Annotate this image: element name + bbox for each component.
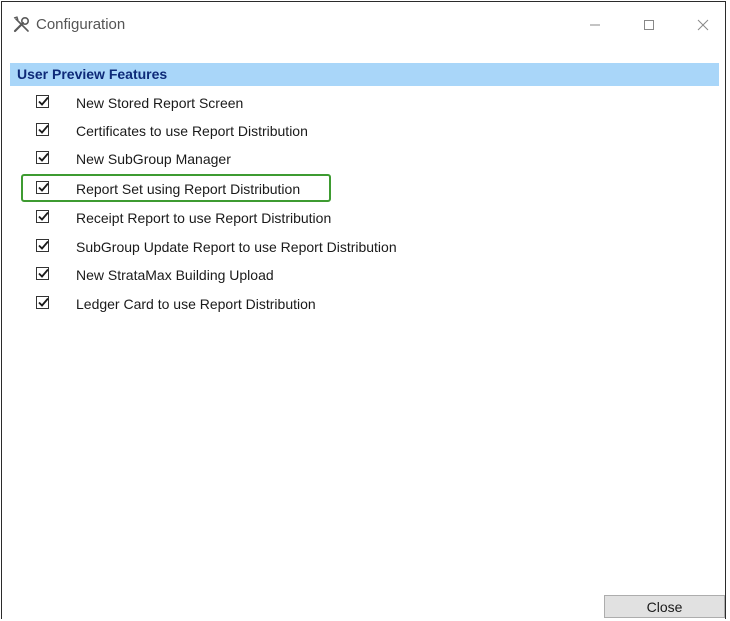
feature-checkbox[interactable] <box>36 123 49 136</box>
check-icon <box>38 152 49 162</box>
feature-item[interactable]: Ledger Card to use Report Distribution <box>2 291 502 319</box>
minimize-icon <box>590 24 600 26</box>
feature-checkbox[interactable] <box>36 267 49 280</box>
check-icon <box>38 268 49 278</box>
check-icon <box>38 297 49 307</box>
feature-item[interactable]: Receipt Report to use Report Distributio… <box>2 205 502 233</box>
feature-item[interactable]: New Stored Report Screen <box>2 90 502 118</box>
check-icon <box>38 240 49 250</box>
feature-label: SubGroup Update Report to use Report Dis… <box>76 239 397 255</box>
maximize-button[interactable] <box>626 2 672 48</box>
maximize-icon <box>644 20 654 30</box>
feature-item[interactable]: New StrataMax Building Upload <box>2 262 502 290</box>
feature-label: Certificates to use Report Distribution <box>76 123 308 139</box>
feature-item[interactable]: SubGroup Update Report to use Report Dis… <box>2 234 502 262</box>
close-icon <box>697 19 709 31</box>
feature-checkbox[interactable] <box>36 296 49 309</box>
feature-checkbox[interactable] <box>36 151 49 164</box>
feature-label: New StrataMax Building Upload <box>76 267 274 283</box>
tools-icon <box>12 15 32 35</box>
close-window-button[interactable] <box>680 2 726 48</box>
check-icon <box>38 96 49 106</box>
feature-checkbox[interactable] <box>36 210 49 223</box>
feature-item[interactable]: Certificates to use Report Distribution <box>2 118 502 146</box>
highlight-box <box>21 174 331 202</box>
configuration-window: Configuration User Preview Features New <box>1 1 726 619</box>
feature-label: New SubGroup Manager <box>76 151 231 167</box>
check-icon <box>38 124 49 134</box>
feature-item[interactable]: New SubGroup Manager <box>2 146 502 174</box>
title-bar[interactable]: Configuration <box>2 2 725 48</box>
window-title: Configuration <box>36 16 126 33</box>
section-header: User Preview Features <box>10 63 719 86</box>
feature-label: New Stored Report Screen <box>76 95 244 111</box>
minimize-button[interactable] <box>572 2 618 48</box>
close-button[interactable]: Close <box>604 595 725 618</box>
feature-checkbox[interactable] <box>36 95 49 108</box>
check-icon <box>38 211 49 221</box>
feature-checkbox[interactable] <box>36 239 49 252</box>
section-title: User Preview Features <box>17 66 168 82</box>
feature-label: Ledger Card to use Report Distribution <box>76 296 316 312</box>
feature-label: Receipt Report to use Report Distributio… <box>76 210 332 226</box>
